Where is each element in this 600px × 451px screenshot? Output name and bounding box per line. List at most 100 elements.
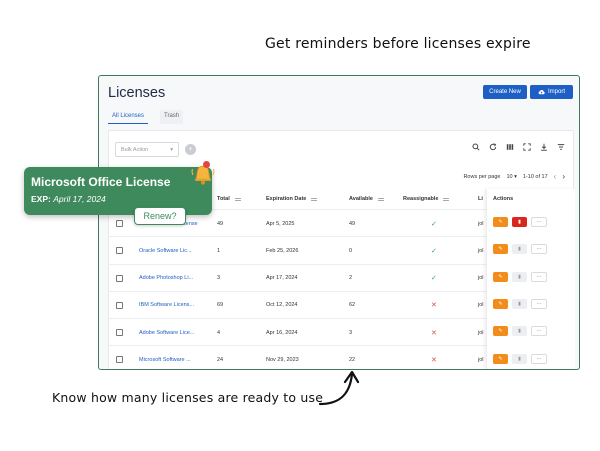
check-icon: ✓ (431, 275, 437, 283)
more-dots-icon: ··· (536, 355, 542, 362)
row-checkbox[interactable] (116, 274, 123, 282)
more-options-button[interactable]: ··· (531, 298, 547, 309)
row-checkbox[interactable] (116, 301, 123, 309)
row-checkbox[interactable] (116, 356, 123, 364)
delete-button[interactable]: ▮ (512, 353, 527, 364)
row-actions: ✎ ▮ ··· (493, 244, 547, 255)
more-options-button[interactable]: ··· (531, 271, 547, 282)
import-label: Import (547, 89, 565, 95)
trash-icon: ▮ (518, 273, 521, 280)
create-new-button[interactable]: Create New (483, 85, 527, 99)
license-name-link[interactable]: Adobe Software Lice... (139, 319, 194, 346)
pencil-icon: ✎ (498, 246, 503, 253)
bulk-apply-button[interactable]: + (185, 144, 196, 155)
row-checkbox[interactable] (116, 329, 123, 337)
pencil-icon: ✎ (498, 355, 503, 362)
column-header-expiration[interactable]: Expiration Date (266, 189, 318, 209)
more-options-button[interactable]: ··· (531, 244, 547, 255)
column-header-total[interactable]: Total (217, 189, 241, 209)
edit-button[interactable]: ✎ (493, 353, 508, 364)
bulk-action-placeholder: Bulk Action (121, 146, 149, 153)
more-dots-icon: ··· (536, 300, 542, 307)
rows-per-page-value: 10 (506, 173, 513, 180)
column-header-licensed-to[interactable]: Li (478, 189, 483, 209)
more-dots-icon: ··· (536, 246, 542, 253)
more-dots-icon: ··· (536, 328, 542, 335)
reminder-expiry: EXP: April 17, 2024 (31, 194, 106, 204)
edit-button[interactable]: ✎ (493, 244, 508, 255)
expiration-cell: Feb 25, 2026 (266, 247, 299, 254)
expiration-cell: Nov 29, 2023 (266, 356, 299, 363)
check-icon: ✓ (431, 247, 437, 255)
refresh-icon[interactable] (489, 143, 497, 151)
renew-button[interactable]: Renew? (134, 207, 186, 225)
license-name-link[interactable]: Oracle Software Lic... (139, 237, 192, 264)
fullscreen-icon[interactable] (523, 143, 531, 151)
edit-button[interactable]: ✎ (493, 271, 508, 282)
licensed-to-cell: jol (478, 220, 484, 227)
available-cell: 0 (349, 247, 353, 254)
tab-all-licenses[interactable]: All Licenses (108, 110, 149, 124)
page-range: 1-10 of 17 (522, 173, 548, 180)
delete-button[interactable]: ▮ (512, 217, 527, 227)
tab-trash[interactable]: Trash (160, 110, 184, 124)
table-toolbar (472, 143, 565, 151)
more-options-button[interactable]: ··· (531, 326, 547, 337)
total-cell: 1 (217, 247, 221, 254)
columns-icon[interactable] (506, 143, 514, 151)
row-actions: ✎ ▮ ··· (493, 298, 547, 309)
cloud-upload-icon (538, 90, 545, 95)
total-cell: 69 (217, 302, 224, 309)
row-actions: ✎ ▮ ··· (493, 217, 547, 227)
download-icon[interactable] (540, 143, 548, 151)
trash-icon: ▮ (518, 246, 521, 253)
row-actions: ✎ ▮ ··· (493, 271, 547, 282)
page-title: Licenses (108, 85, 166, 101)
expiration-cell: Apr 17, 2024 (266, 275, 298, 282)
check-icon: ✓ (431, 220, 437, 228)
more-options-button[interactable]: ··· (531, 217, 547, 227)
licensed-to-cell: jol (478, 356, 484, 363)
column-header-available[interactable]: Available (349, 189, 384, 209)
drag-handle-icon[interactable] (443, 197, 450, 201)
pencil-icon: ✎ (498, 219, 503, 225)
row-checkbox[interactable] (116, 220, 123, 227)
filter-icon[interactable] (557, 143, 565, 151)
bulk-action-select[interactable]: Bulk Action ▾ (115, 142, 179, 157)
total-cell: 24 (217, 356, 224, 363)
caption-availability: Know how many licenses are ready to use (52, 390, 324, 405)
row-actions: ✎ ▮ ··· (493, 326, 547, 337)
column-header-reassignable[interactable]: Reassignable (403, 189, 450, 209)
edit-button[interactable]: ✎ (493, 217, 508, 227)
drag-handle-icon[interactable] (377, 197, 384, 201)
delete-button[interactable]: ▮ (512, 244, 527, 255)
available-cell: 22 (349, 356, 356, 363)
more-dots-icon: ··· (536, 273, 542, 280)
available-cell: 62 (349, 302, 356, 309)
column-total-label: Total (217, 196, 230, 202)
cross-icon: ✕ (431, 356, 437, 364)
drag-handle-icon[interactable] (234, 197, 241, 201)
rows-per-page-select[interactable]: 10 ▾ (506, 174, 516, 180)
edit-button[interactable]: ✎ (493, 298, 508, 309)
row-checkbox[interactable] (116, 247, 123, 255)
available-cell: 49 (349, 220, 356, 227)
license-name-link[interactable]: Microsoft Software ... (139, 346, 191, 369)
delete-button[interactable]: ▮ (512, 298, 527, 309)
licensed-to-cell: jol (478, 247, 484, 254)
drag-handle-icon[interactable] (311, 197, 318, 201)
license-name-link[interactable]: Adobe Photoshop Li... (139, 265, 193, 292)
import-button[interactable]: Import (530, 85, 573, 99)
search-icon[interactable] (472, 143, 480, 151)
more-options-button[interactable]: ··· (531, 353, 547, 364)
next-page-icon[interactable]: › (562, 172, 565, 181)
license-name-link[interactable]: IBM Software Licens... (139, 292, 194, 319)
licenses-table-panel: Bulk Action ▾ + Rows per page 10 ▾ 1-10 … (108, 130, 575, 369)
cross-icon: ✕ (431, 302, 437, 310)
trash-icon: ▮ (518, 219, 521, 225)
delete-button[interactable]: ▮ (512, 326, 527, 337)
prev-page-icon[interactable]: ‹ (554, 172, 557, 181)
edit-button[interactable]: ✎ (493, 326, 508, 337)
delete-button[interactable]: ▮ (512, 271, 527, 282)
actions-column: Actions ✎ ▮ ··· ✎ ▮ ··· ✎ ▮ ··· ✎ ▮ ··· ✎ ▮ ··· ✎ ▮ ··· (486, 189, 575, 369)
